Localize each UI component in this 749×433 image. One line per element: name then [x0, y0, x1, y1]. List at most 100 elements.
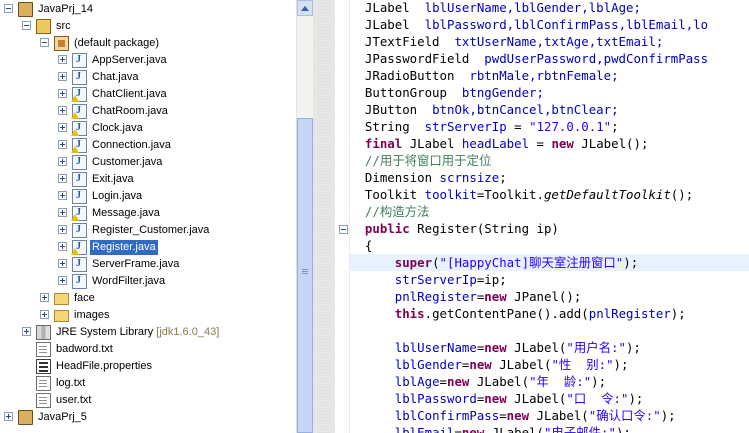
tree-item-file-log-txt[interactable]: log.txt: [0, 375, 296, 392]
code-editor[interactable]: JLabel lblUserName,lblGender,lblAge; JLa…: [350, 0, 749, 433]
tree-item-file-clock[interactable]: Clock.java: [0, 120, 296, 137]
package-explorer: JavaPrj_14src(default package) AppServer.…: [0, 0, 296, 433]
tree-item-file-chat[interactable]: Chat.java: [0, 69, 296, 86]
code-line[interactable]: strServerIp=ip;: [350, 271, 749, 288]
code-token: );: [628, 391, 644, 406]
tree-item-folder-face[interactable]: face: [0, 290, 296, 307]
scroll-thumb[interactable]: [297, 118, 313, 433]
java-file-icon: [72, 257, 87, 272]
tree-item-file-connection[interactable]: Connection.java: [0, 137, 296, 154]
code-line[interactable]: //用于将窗口用于定位: [350, 152, 749, 169]
tree-item-label: badword.txt: [54, 342, 115, 357]
code-line[interactable]: JTextField txtUserName,txtAge,txtEmail;: [350, 33, 749, 50]
code-line[interactable]: public Register(String ip): [350, 220, 749, 237]
tree-item-file-register-customer[interactable]: Register_Customer.java: [0, 222, 296, 239]
code-line[interactable]: {: [350, 237, 749, 254]
tree-item-folder-images[interactable]: images: [0, 307, 296, 324]
tree-item-text: WordFilter.java: [92, 275, 166, 287]
code-line[interactable]: //构造方法: [350, 203, 749, 220]
tree-item-label: Connection.java: [90, 138, 173, 153]
code-line[interactable]: this.getContentPane().add(pnlRegister);: [350, 305, 749, 322]
explorer-scrollbar[interactable]: [296, 0, 313, 433]
tree-item-file-headfile-properties[interactable]: HeadFile.properties: [0, 358, 296, 375]
code-token: new: [551, 136, 574, 151]
code-line[interactable]: Toolkit toolkit=Toolkit.getDefaultToolki…: [350, 186, 749, 203]
expand-icon[interactable]: [58, 157, 67, 166]
java-file-icon: [72, 172, 87, 187]
expand-icon[interactable]: [58, 259, 67, 268]
code-line[interactable]: JButton btnOk,btnCancel,btnClear;: [350, 101, 749, 118]
tree-item-label: Register.java: [90, 240, 158, 255]
code-line[interactable]: ButtonGroup btngGender;: [350, 84, 749, 101]
tree-item-package-default[interactable]: (default package): [0, 35, 296, 52]
code-token: "用户名:": [566, 340, 626, 355]
tree-item-file-wordfilter[interactable]: WordFilter.java: [0, 273, 296, 290]
code-line[interactable]: Dimension scrnsize;: [350, 169, 749, 186]
code-line[interactable]: JPasswordField pwdUserPassword,pwdConfir…: [350, 50, 749, 67]
code-line[interactable]: lblUserName=new JLabel("用户名:");: [350, 339, 749, 356]
code-line[interactable]: lblAge=new JLabel("年 龄:");: [350, 373, 749, 390]
expand-icon[interactable]: [58, 225, 67, 234]
code-line[interactable]: lblEmail=new JLabel("电子邮件:");: [350, 424, 749, 433]
current-code-line[interactable]: super("[HappyChat]聊天室注册窗口");: [350, 254, 749, 271]
expand-icon[interactable]: [58, 89, 67, 98]
expand-icon[interactable]: [22, 327, 31, 336]
expand-icon[interactable]: [58, 55, 67, 64]
code-line[interactable]: lblPassword=new JLabel("口 令:");: [350, 390, 749, 407]
expand-icon[interactable]: [58, 191, 67, 200]
tree-item-file-exit[interactable]: Exit.java: [0, 171, 296, 188]
code-token: =ip;: [476, 272, 507, 287]
code-line[interactable]: lblConfirmPass=new JLabel("确认口令:");: [350, 407, 749, 424]
code-line[interactable]: String strServerIp = "127.0.0.1";: [350, 118, 749, 135]
expand-icon[interactable]: [58, 123, 67, 132]
tree-item-file-register[interactable]: Register.java: [0, 239, 296, 256]
collapse-icon[interactable]: [4, 4, 13, 13]
package-icon: [54, 36, 69, 51]
expand-icon[interactable]: [58, 208, 67, 217]
tree-item-file-message[interactable]: Message.java: [0, 205, 296, 222]
code-token: new: [461, 425, 485, 433]
collapse-icon[interactable]: [22, 21, 31, 30]
code-line[interactable]: pnlRegister=new JPanel();: [350, 288, 749, 305]
java-file-warning-icon: [71, 138, 87, 153]
tree-item-file-login[interactable]: Login.java: [0, 188, 296, 205]
code-line[interactable]: JLabel lblPassword,lblConfirmPass,lblEma…: [350, 16, 749, 33]
code-line[interactable]: JRadioButton rbtnMale,rbtnFemale;: [350, 67, 749, 84]
tree-item-file-appserver[interactable]: AppServer.java: [0, 52, 296, 69]
expand-icon[interactable]: [58, 140, 67, 149]
code-token: );: [623, 255, 639, 270]
expand-icon[interactable]: [40, 310, 49, 319]
tree-item-folder-src[interactable]: src: [0, 18, 296, 35]
code-line[interactable]: lblGender=new JLabel("性 别:");: [350, 356, 749, 373]
expand-icon[interactable]: [4, 412, 13, 421]
collapse-icon[interactable]: [40, 38, 49, 47]
expand-icon[interactable]: [40, 293, 49, 302]
expand-icon[interactable]: [58, 72, 67, 81]
tree-item-file-user-txt[interactable]: user.txt: [0, 392, 296, 409]
expand-icon[interactable]: [58, 106, 67, 115]
tree-item-project-javaprj5[interactable]: JavaPrj_5: [0, 409, 296, 426]
expand-icon[interactable]: [58, 276, 67, 285]
code-token: (: [432, 255, 440, 270]
tree-item-file-customer[interactable]: Customer.java: [0, 154, 296, 171]
tree-item-file-chatclient[interactable]: ChatClient.java: [0, 86, 296, 103]
code-line[interactable]: [350, 322, 749, 339]
tree-item-file-serverframe[interactable]: ServerFrame.java: [0, 256, 296, 273]
code-token: new: [484, 391, 507, 406]
editor-overview-gutter: [313, 0, 335, 433]
code-line[interactable]: final JLabel headLabel = new JLabel();: [350, 135, 749, 152]
tree-item-jre-system-library[interactable]: JRE System Library [jdk1.6.0_43]: [0, 324, 296, 341]
fold-collapse-icon[interactable]: [339, 225, 348, 234]
tree-item-label: WordFilter.java: [90, 274, 167, 289]
code-line[interactable]: JLabel lblUserName,lblGender,lblAge;: [350, 0, 749, 16]
tree-item-project-javaprj14[interactable]: JavaPrj_14: [0, 1, 296, 18]
code-token: lblUserName: [394, 340, 477, 355]
tree-item-file-badword-txt[interactable]: badword.txt: [0, 341, 296, 358]
code-token: rbtnMale,rbtnFemale;: [469, 68, 619, 83]
expand-icon[interactable]: [58, 242, 67, 251]
tree-item-file-chatroom[interactable]: ChatRoom.java: [0, 103, 296, 120]
scroll-up-arrow-icon[interactable]: [297, 0, 313, 16]
code-token: JLabel: [350, 0, 425, 15]
expand-icon[interactable]: [58, 174, 67, 183]
